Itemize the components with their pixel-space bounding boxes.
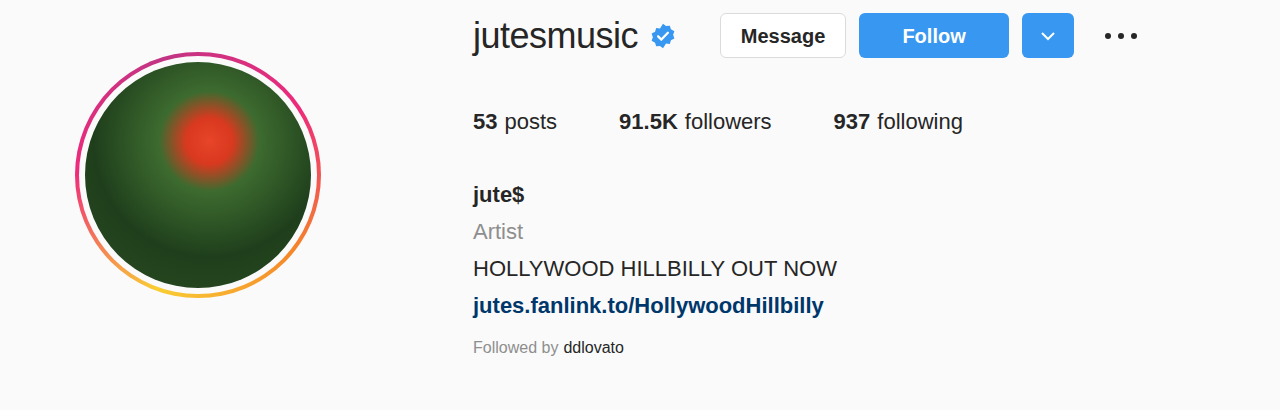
profile-info: jutesmusic Message Follow 53posts 91.5Kfollo… (473, 0, 1138, 410)
username: jutesmusic (473, 18, 638, 54)
message-button[interactable]: Message (720, 13, 846, 58)
followed-by: Followed byddlovato (473, 338, 1138, 358)
chevron-icon (1040, 31, 1056, 41)
bio: jute$ArtistHOLLYWOOD HILLBILLY OUT NOWju… (473, 176, 1138, 324)
suggestions-button[interactable] (1022, 13, 1074, 58)
story-ring[interactable] (75, 52, 321, 298)
category: Artist (473, 213, 1138, 250)
stats-row: 53posts 91.5Kfollowers 937following (473, 108, 1138, 136)
verified-icon (650, 23, 676, 49)
more-icon[interactable] (1104, 32, 1138, 40)
avatar-area (0, 0, 473, 410)
bio-link[interactable]: jutes.fanlink.to/HollywoodHillbilly (473, 287, 1138, 324)
profile-photo (85, 62, 311, 288)
display-name: jute$ (473, 176, 1138, 213)
stat-item[interactable]: 91.5Kfollowers (619, 108, 772, 136)
stat-item[interactable]: 53posts (473, 108, 557, 136)
bio-text: HOLLYWOOD HILLBILLY OUT NOW (473, 250, 1138, 287)
follower-link[interactable]: ddlovato (563, 338, 624, 358)
follow-button[interactable]: Follow (859, 13, 1009, 58)
stat-item[interactable]: 937following (834, 108, 963, 136)
